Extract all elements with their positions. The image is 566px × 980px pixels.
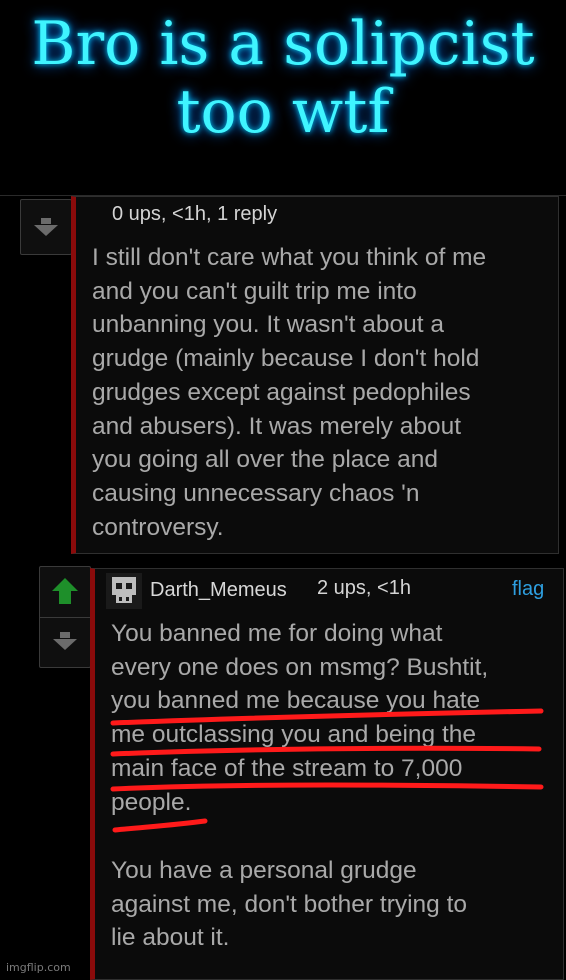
comment-thread-screenshot: 0 ups, <1h, 1 reply I still don't care w… (0, 195, 566, 980)
red-underline-annotations (110, 708, 544, 833)
downvote-arrow-icon (53, 632, 77, 650)
imgflip-watermark: imgflip.com (6, 961, 71, 974)
downvote-button-2[interactable] (40, 617, 90, 666)
meme-caption: Bro is a solipcist too wtf (0, 0, 566, 195)
downvote-button[interactable] (21, 204, 71, 252)
comment-1-meta: 0 ups, <1h, 1 reply (112, 203, 278, 225)
upvote-button[interactable] (40, 567, 90, 615)
comment-2-paragraph-2: You have a personal grudge against me, d… (111, 857, 468, 952)
downvote-arrow-icon (34, 218, 58, 236)
comment-2: Darth_Memeus 2 ups, <1h flag You banned … (90, 568, 564, 980)
caption-text: Bro is a solipcist too wtf (31, 9, 535, 147)
comment1-vote-box (20, 199, 72, 255)
comment-1-body: I still don't care what you think of me … (92, 244, 487, 541)
comment2-vote-box (39, 566, 91, 668)
upvote-arrow-icon (52, 578, 78, 604)
comment-1: 0 ups, <1h, 1 reply I still don't care w… (71, 196, 559, 554)
